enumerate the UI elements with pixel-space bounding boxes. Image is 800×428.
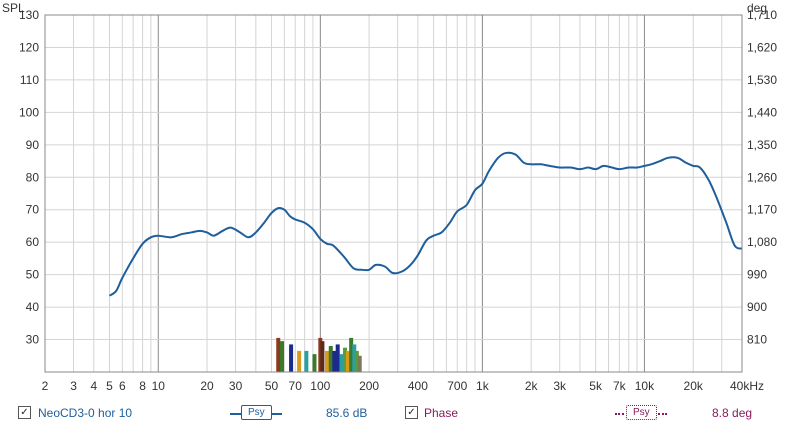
phase-bar xyxy=(289,344,294,372)
phase-checkbox[interactable]: ✓ xyxy=(405,406,418,419)
x-tick-label: 400 xyxy=(408,379,428,393)
x-tick-label: 7k xyxy=(613,379,627,393)
y-tick-label-right: 1,260 xyxy=(747,170,777,184)
phase-bar xyxy=(312,354,317,372)
phase-bar xyxy=(325,350,330,372)
y-tick-label-right: 1,080 xyxy=(747,235,777,249)
y-tick-label-left: 90 xyxy=(26,138,40,152)
x-tick-label: 2 xyxy=(42,379,49,393)
x-tick-label: 3 xyxy=(70,379,77,393)
y-tick-label-left: 120 xyxy=(19,40,39,54)
x-tick-label: 200 xyxy=(359,379,379,393)
x-tick-label: 10 xyxy=(152,379,166,393)
phase-bar xyxy=(320,341,325,372)
left-axis-title: SPL xyxy=(2,1,25,15)
phase-bar xyxy=(328,346,333,372)
series-psy-button[interactable]: Psy xyxy=(241,405,272,420)
phase-psy-button[interactable]: Psy xyxy=(626,405,657,420)
y-tick-label-right: 1,530 xyxy=(747,73,777,87)
phase-bar xyxy=(335,344,340,372)
x-tick-label: 100 xyxy=(310,379,330,393)
x-tick-label: 20k xyxy=(684,379,704,393)
right-axis-title: deg xyxy=(747,1,767,15)
series-checkbox[interactable]: ✓ xyxy=(18,406,31,419)
x-tick-label: 5k xyxy=(589,379,603,393)
y-tick-label-right: 1,170 xyxy=(747,203,777,217)
phase-bar xyxy=(297,350,302,372)
y-tick-label-right: 990 xyxy=(747,268,767,282)
x-tick-label: 4 xyxy=(90,379,97,393)
legend-bar: ✓ NeoCD3-0 hor 10 Psy 85.6 dB ✓ Phase Ps… xyxy=(0,400,800,428)
series-value: 85.6 dB xyxy=(326,406,368,420)
phase-bar xyxy=(357,355,362,372)
x-tick-label: 3k xyxy=(553,379,567,393)
y-tick-label-right: 810 xyxy=(747,333,767,347)
x-tick-label: 8 xyxy=(139,379,146,393)
x-tick-label: 5 xyxy=(106,379,113,393)
phase-bar xyxy=(276,337,281,372)
x-tick-label: 50 xyxy=(265,379,279,393)
x-tick-label: 10k xyxy=(635,379,655,393)
y-tick-label-left: 80 xyxy=(26,170,40,184)
y-tick-label-left: 40 xyxy=(26,300,40,314)
phase-bar xyxy=(279,341,284,372)
phase-bar xyxy=(339,354,344,372)
x-tick-label: 700 xyxy=(447,379,467,393)
x-tick-label: 1k xyxy=(476,379,490,393)
x-tick-label: 2k xyxy=(525,379,539,393)
phase-value: 8.8 deg xyxy=(712,406,753,420)
y-tick-label-left: 50 xyxy=(26,268,40,282)
y-tick-label-right: 900 xyxy=(747,300,767,314)
y-tick-label-right: 1,440 xyxy=(747,105,777,119)
y-tick-label-right: 1,620 xyxy=(747,40,777,54)
series-name: NeoCD3-0 hor 10 xyxy=(38,406,133,420)
y-tick-label-left: 60 xyxy=(26,235,40,249)
x-tick-label: 70 xyxy=(289,379,303,393)
frequency-response-chart: 2 3 4 5 6 8 10 20 30 50 70 100 200 400 700 1k 2k 3k 5k 7k 10… xyxy=(2,1,777,393)
x-tick-label: 20 xyxy=(200,379,214,393)
y-tick-label-left: 100 xyxy=(19,105,39,119)
phase-label: Phase xyxy=(424,406,459,420)
x-tick-label: 30 xyxy=(229,379,243,393)
y-tick-label-left: 110 xyxy=(20,73,39,87)
x-tick-label: 40kHz xyxy=(730,379,764,393)
y-tick-label-left: 30 xyxy=(26,333,40,347)
phase-bar xyxy=(304,350,309,372)
y-tick-label-right: 1,350 xyxy=(747,138,777,152)
x-tick-label: 6 xyxy=(119,379,126,393)
y-tick-label-left: 70 xyxy=(26,203,40,217)
